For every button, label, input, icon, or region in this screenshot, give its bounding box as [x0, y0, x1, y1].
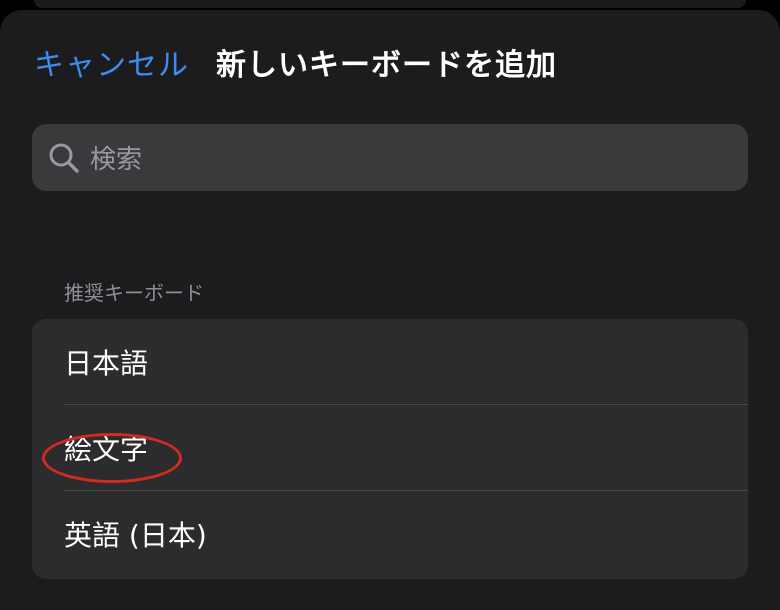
section-header-suggested-keyboards: 推奨キーボード	[64, 281, 204, 305]
page-title: 新しいキーボードを追加	[216, 48, 557, 83]
list-item-label: 英語 (日本)	[64, 519, 207, 552]
list-item-label: 日本語	[64, 347, 149, 380]
suggested-keyboards-list: 日本語 絵文字 英語 (日本)	[32, 319, 748, 579]
list-item-japanese[interactable]: 日本語	[32, 319, 748, 405]
search-placeholder: 検索	[90, 145, 143, 175]
add-keyboard-sheet: キャンセル 新しいキーボードを追加 検索 推奨キーボード 日本語 絵文字 英語 …	[0, 10, 780, 610]
background-sheet-edge	[34, 0, 746, 8]
navigation-bar: キャンセル 新しいキーボードを追加	[0, 10, 780, 122]
search-icon	[46, 140, 82, 176]
list-item-label: 絵文字	[64, 433, 149, 466]
cancel-button[interactable]: キャンセル	[34, 46, 189, 86]
list-item-emoji[interactable]: 絵文字	[32, 405, 748, 491]
search-field[interactable]: 検索	[32, 124, 748, 191]
list-item-english-japan[interactable]: 英語 (日本)	[32, 491, 748, 577]
